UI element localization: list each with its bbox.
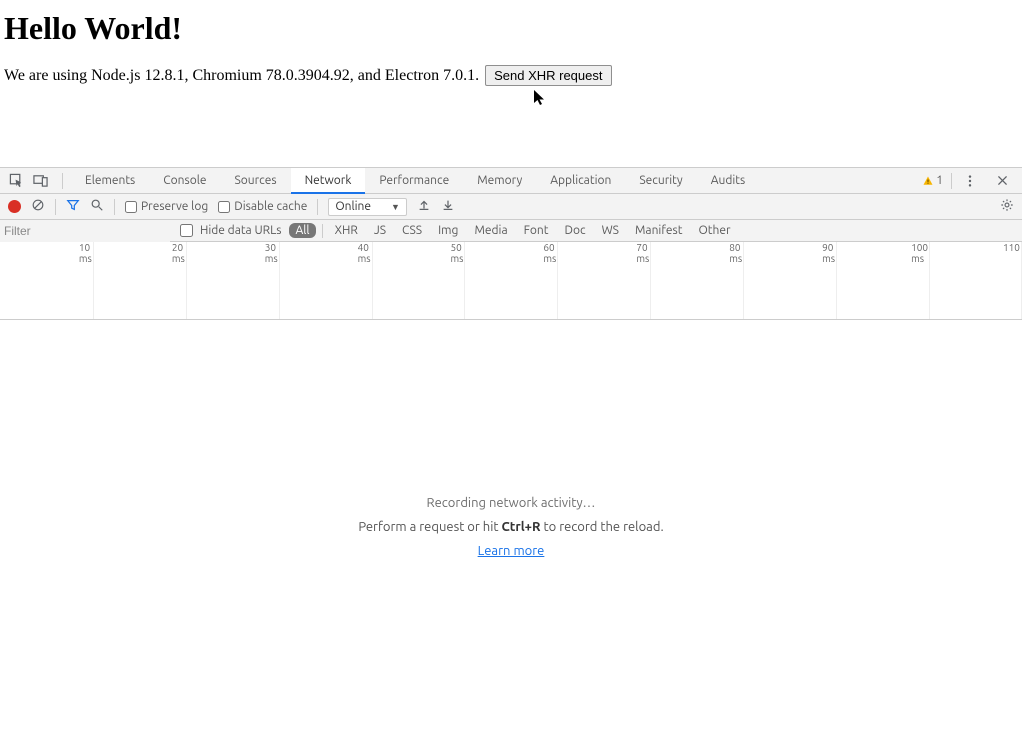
warnings-badge[interactable]: 1: [922, 174, 943, 187]
type-chip-manifest[interactable]: Manifest: [629, 223, 688, 238]
search-icon[interactable]: [90, 198, 104, 215]
throttling-value: Online: [335, 200, 371, 213]
network-filterbar: Hide data URLs All XHR JS CSS Img Media …: [0, 220, 1022, 242]
learn-more-link[interactable]: Learn more: [478, 544, 545, 558]
tab-security[interactable]: Security: [625, 168, 696, 194]
inspect-element-icon[interactable]: [6, 171, 26, 191]
hide-data-urls-input[interactable]: [180, 224, 193, 237]
tick-label: 40 ms: [358, 242, 371, 264]
devtools-tabbar: Elements Console Sources Network Perform…: [0, 168, 1022, 194]
upload-har-icon[interactable]: [417, 198, 431, 215]
hide-data-urls-checkbox[interactable]: Hide data URLs: [170, 221, 287, 240]
empty-line-2: Perform a request or hit Ctrl+R to recor…: [358, 520, 663, 534]
download-har-icon[interactable]: [441, 198, 455, 215]
tick-label: 20 ms: [172, 242, 185, 264]
disable-cache-checkbox[interactable]: Disable cache: [218, 200, 307, 213]
tab-network[interactable]: Network: [291, 168, 366, 194]
type-chip-css[interactable]: CSS: [396, 223, 428, 238]
more-menu-icon[interactable]: [960, 171, 980, 191]
disable-cache-input[interactable]: [218, 201, 230, 213]
tick-label: 70 ms: [636, 242, 649, 264]
tab-sources[interactable]: Sources: [220, 168, 290, 194]
preserve-log-input[interactable]: [125, 201, 137, 213]
type-chip-doc[interactable]: Doc: [559, 223, 592, 238]
throttling-select[interactable]: Online ▼: [328, 198, 407, 216]
record-button[interactable]: [8, 200, 21, 213]
separator: [62, 173, 63, 189]
hide-data-urls-label: Hide data URLs: [200, 224, 281, 237]
tick-label: 80 ms: [729, 242, 742, 264]
type-chip-font[interactable]: Font: [518, 223, 555, 238]
separator: [322, 224, 323, 238]
empty-line-2a: Perform a request or hit: [358, 520, 501, 534]
network-timeline[interactable]: 10 ms 20 ms 30 ms 40 ms 50 ms 60 ms 70 m…: [0, 242, 1022, 320]
preserve-log-label: Preserve log: [141, 200, 208, 213]
tick-label: 100 ms: [911, 242, 928, 264]
type-chip-ws[interactable]: WS: [596, 223, 625, 238]
tab-audits[interactable]: Audits: [697, 168, 760, 194]
page-title: Hello World!: [4, 10, 1018, 47]
type-chip-all[interactable]: All: [289, 223, 315, 238]
separator: [114, 199, 115, 215]
tick-label: 50 ms: [451, 242, 464, 264]
network-empty-state: Recording network activity… Perform a re…: [0, 320, 1022, 734]
type-chip-xhr[interactable]: XHR: [329, 223, 364, 238]
tab-performance[interactable]: Performance: [365, 168, 463, 194]
separator: [317, 199, 318, 215]
empty-line-1: Recording network activity…: [427, 496, 596, 510]
clear-icon[interactable]: [31, 198, 45, 215]
devtools-panel: Elements Console Sources Network Perform…: [0, 167, 1022, 734]
device-toolbar-icon[interactable]: [30, 171, 50, 191]
body-text: We are using Node.js 12.8.1, Chromium 78…: [4, 67, 479, 84]
type-chip-img[interactable]: Img: [432, 223, 464, 238]
warnings-count: 1: [936, 174, 943, 187]
separator: [55, 199, 56, 215]
type-chip-media[interactable]: Media: [468, 223, 513, 238]
tick-label: 30 ms: [265, 242, 278, 264]
tick-label: 90 ms: [822, 242, 835, 264]
tab-application[interactable]: Application: [536, 168, 625, 194]
tick-label: 10 ms: [79, 242, 92, 264]
type-chip-js[interactable]: JS: [368, 223, 392, 238]
type-chip-other[interactable]: Other: [692, 223, 736, 238]
preserve-log-checkbox[interactable]: Preserve log: [125, 200, 208, 213]
empty-shortcut: Ctrl+R: [501, 520, 540, 534]
chevron-down-icon: ▼: [391, 202, 400, 212]
empty-line-2c: to record the reload.: [541, 520, 664, 534]
tab-memory[interactable]: Memory: [463, 168, 536, 194]
tick-label: 60 ms: [543, 242, 556, 264]
tab-console[interactable]: Console: [149, 168, 220, 194]
disable-cache-label: Disable cache: [234, 200, 307, 213]
rendered-page: Hello World! We are using Node.js 12.8.1…: [0, 0, 1022, 167]
network-toolbar: Preserve log Disable cache Online ▼: [0, 194, 1022, 220]
filter-icon[interactable]: [66, 198, 80, 215]
gear-icon[interactable]: [1000, 198, 1014, 215]
mouse-cursor-icon: [534, 90, 548, 111]
close-devtools-icon[interactable]: [992, 171, 1012, 191]
send-xhr-button[interactable]: Send XHR request: [485, 65, 611, 86]
tick-label: 110: [1003, 242, 1020, 253]
separator: [951, 173, 952, 189]
filter-input[interactable]: [0, 220, 170, 242]
tab-elements[interactable]: Elements: [71, 168, 149, 194]
